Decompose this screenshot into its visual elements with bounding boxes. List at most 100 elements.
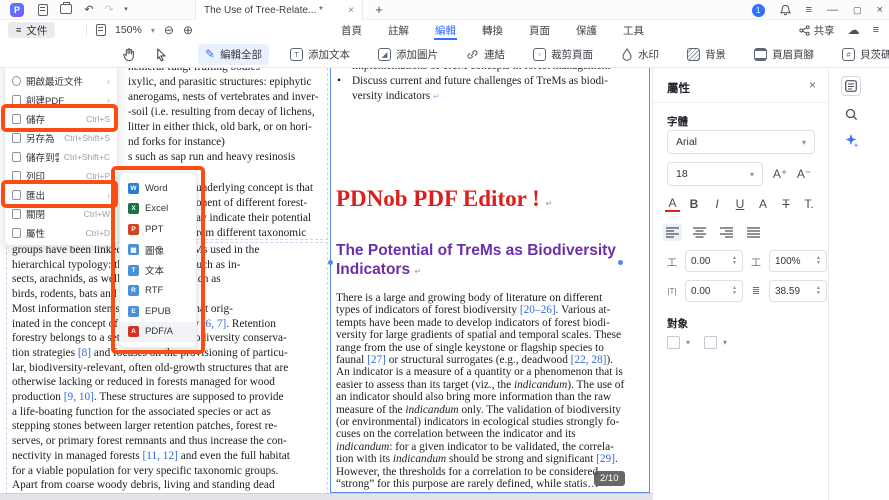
properties-panel-toggle-icon[interactable] <box>841 76 861 96</box>
panel-title: 屬性 <box>667 80 690 96</box>
search-icon[interactable] <box>841 104 861 124</box>
selection-handle[interactable] <box>618 260 623 265</box>
document-text-line: ay indicate their potential <box>196 212 311 224</box>
subscript-button[interactable]: T. <box>800 197 818 211</box>
selection-handle[interactable] <box>328 260 333 265</box>
stepper-icon[interactable]: ▲▼ <box>732 286 737 296</box>
redo-icon[interactable]: ↷ <box>102 0 116 20</box>
watermark-button[interactable]: 水印 <box>614 44 666 65</box>
file-menu-dropdown: 開啟 Ctrl+O 開啟最近文件 › 創建PDF › 儲存 Ctrl+S 另存為… <box>4 46 118 246</box>
document-text-line: a life-boating function for the associat… <box>12 406 271 418</box>
restore-icon[interactable]: ▢ <box>853 5 862 16</box>
history-chevron-icon[interactable]: ▾ <box>121 0 131 20</box>
align-objects-icon[interactable] <box>667 336 680 349</box>
tab-home[interactable]: 首頁 <box>340 20 363 40</box>
font-family-select[interactable]: Arial ▾ <box>667 130 815 154</box>
document-text-line: Discuss current and future challenges of… <box>352 75 608 87</box>
panel-close-icon[interactable]: × <box>809 78 816 92</box>
annotation-highlight-save <box>1 104 118 132</box>
zoom-out-icon[interactable]: ⊖ <box>164 23 174 37</box>
tab-close-icon[interactable]: × <box>348 5 354 16</box>
document-text-line: faunal [27] or structural surrogates (e.… <box>336 354 613 366</box>
window-controls: 1 ≡ — ▢ × <box>752 0 883 20</box>
document-text-line: s such as sap run and heavy resinosis <box>128 151 295 163</box>
tab-page[interactable]: 頁面 <box>528 20 551 40</box>
document-text-line: underlying concept is that <box>196 182 313 194</box>
arrange-objects-icon[interactable] <box>704 336 717 349</box>
align-center-button[interactable] <box>690 224 709 241</box>
page-fit-icon[interactable] <box>96 24 106 36</box>
menu-item-properties[interactable]: 屬性 Ctrl+D <box>5 223 117 242</box>
tab-tools[interactable]: 工具 <box>622 20 645 40</box>
align-left-button[interactable] <box>663 224 682 241</box>
zoom-chevron-icon[interactable]: ▾ <box>151 26 155 35</box>
highlight-color-button[interactable]: A <box>754 197 772 211</box>
new-tab-icon[interactable]: + <box>372 0 386 20</box>
pencil-icon: ✎ <box>205 47 215 61</box>
bates-number-button[interactable]: # 貝茨碼 <box>835 44 889 65</box>
object-section-label: 對象 <box>667 316 688 331</box>
menu-item-open-recent[interactable]: 開啟最近文件 › <box>5 71 117 90</box>
close-window-icon[interactable]: × <box>877 4 883 16</box>
collapse-toolbar-icon[interactable]: ≡ <box>873 24 879 36</box>
tab-annotate[interactable]: 註解 <box>387 20 410 40</box>
hand-tool-icon[interactable] <box>122 47 136 62</box>
menu-item-save-to-cloud[interactable]: 儲存到雲端 Ctrl+Shift+C <box>5 147 117 166</box>
decrease-font-size-button[interactable]: A⁻ <box>795 167 813 181</box>
tab-edit[interactable]: 編輯 <box>434 20 457 40</box>
bold-button[interactable]: B <box>685 197 703 211</box>
line-spacing-input[interactable]: 38.59 ▲▼ <box>769 280 827 302</box>
increase-font-size-button[interactable]: A⁺ <box>771 167 789 181</box>
pdf-editor-window: P ↶ ↷ ▾ The Use of Tree-Relate... * × + … <box>0 0 889 500</box>
divider <box>86 24 87 36</box>
tab-protect[interactable]: 保護 <box>575 20 598 40</box>
print-icon[interactable] <box>60 1 72 14</box>
document-text-line: serves, or primary forest remnants and t… <box>12 435 287 447</box>
share-button[interactable]: 共享 <box>799 23 835 38</box>
crop-page-button[interactable]: ▫ 裁剪頁面 <box>526 44 600 65</box>
select-tool-icon[interactable] <box>154 47 167 62</box>
underline-button[interactable]: U <box>731 197 749 211</box>
file-menu-button[interactable]: ≡ 文件 <box>8 22 55 38</box>
notification-badge[interactable]: 1 <box>752 4 765 17</box>
edit-all-button[interactable]: ✎ 編輯全部 <box>198 44 269 65</box>
cloud-icon[interactable]: ☁ <box>848 23 860 37</box>
word-spacing-input[interactable]: 0.00 ▲▼ <box>685 280 743 302</box>
header-footer-button[interactable]: 頁眉頁腳 <box>747 44 821 65</box>
align-right-button[interactable] <box>717 224 736 241</box>
stepper-icon[interactable]: ▲▼ <box>816 256 821 266</box>
undo-icon[interactable]: ↶ <box>82 0 96 20</box>
font-color-button[interactable]: A <box>665 196 680 212</box>
zoom-level-value[interactable]: 150% <box>115 24 142 36</box>
word-spacing-icon: |T| <box>665 287 679 296</box>
link-button[interactable]: 連結 <box>459 44 512 65</box>
document-text-line: tion with its indicandum should be stron… <box>336 453 618 465</box>
add-text-icon: T <box>290 48 303 61</box>
horizontal-scale-input[interactable]: 100% ▲▼ <box>769 250 827 272</box>
cloud-save-icon <box>12 152 21 162</box>
tab-convert[interactable]: 轉換 <box>481 20 504 40</box>
background-button[interactable]: 背景 <box>680 44 733 65</box>
stepper-icon[interactable]: ▲▼ <box>732 256 737 266</box>
chevron-down-icon[interactable]: ▾ <box>723 338 727 347</box>
align-justify-button[interactable] <box>744 224 763 241</box>
document-tab[interactable]: The Use of Tree-Relate... * × <box>195 0 363 20</box>
strikethrough-button[interactable]: T <box>777 197 795 211</box>
save-icon[interactable] <box>38 4 48 16</box>
bell-icon[interactable] <box>780 4 791 16</box>
minimize-icon[interactable]: — <box>827 4 838 16</box>
save-as-icon <box>12 133 21 143</box>
zoom-in-icon[interactable]: ⊕ <box>183 23 193 37</box>
ai-sparkle-icon[interactable] <box>841 130 861 150</box>
document-tab-title: The Use of Tree-Relate... * <box>204 5 342 16</box>
stepper-icon[interactable]: ▲▼ <box>816 286 821 296</box>
chevron-down-icon[interactable]: ▾ <box>686 338 690 347</box>
inserted-banner-text[interactable]: PDNob PDF Editor ! ↵ <box>336 186 552 212</box>
menu-icon[interactable]: ≡ <box>806 4 812 16</box>
italic-button[interactable]: I <box>708 197 726 211</box>
object-tools-row: ▾ ▾ <box>667 336 727 349</box>
char-spacing-input[interactable]: 0.00 ▲▼ <box>685 250 743 272</box>
font-size-select[interactable]: 18 ▾ <box>667 162 763 186</box>
add-image-button[interactable]: ◢ 添加圖片 <box>371 44 445 65</box>
add-text-button[interactable]: T 添加文本 <box>283 44 357 65</box>
